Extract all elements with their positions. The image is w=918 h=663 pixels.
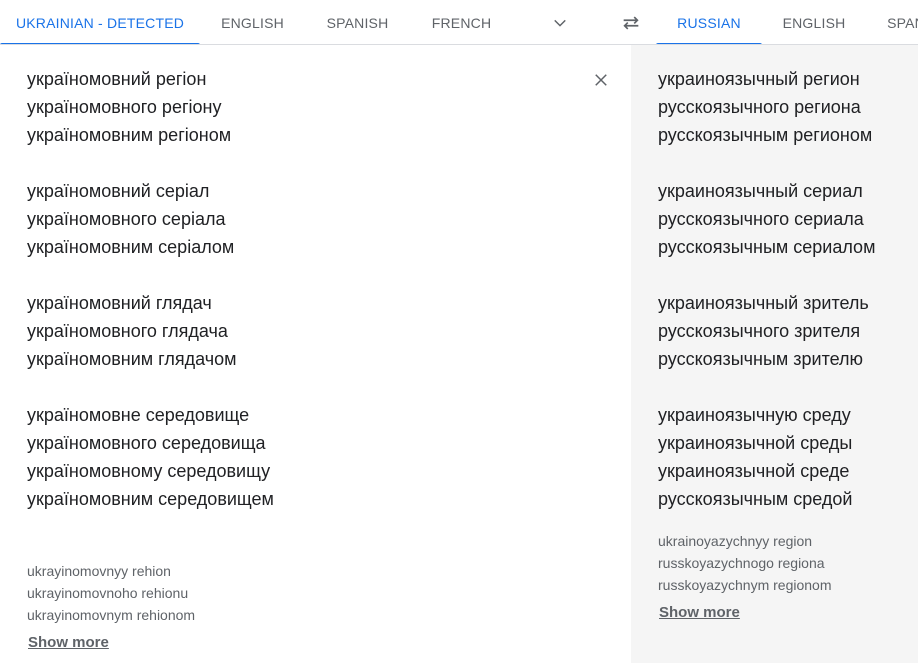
more-source-languages-button[interactable]: [543, 6, 577, 40]
tab-source-ukrainian-detected[interactable]: UKRAINIAN - DETECTED: [0, 0, 200, 44]
tab-target-spanish[interactable]: SPANISH: [866, 0, 918, 44]
source-pane: україномовний регіон україномовного регі…: [0, 45, 631, 663]
tab-source-english[interactable]: ENGLISH: [200, 0, 305, 44]
tab-target-english[interactable]: ENGLISH: [762, 0, 866, 44]
clear-source-button[interactable]: [584, 63, 618, 97]
tab-source-spanish[interactable]: SPANISH: [305, 0, 410, 44]
translation-text: украиноязычный регион русскоязычного рег…: [658, 69, 876, 509]
close-icon: [595, 74, 607, 86]
source-show-more-link[interactable]: Show more: [28, 634, 109, 651]
source-transliteration: ukrayinomovnyy rehion ukrayinomovnoho re…: [27, 563, 196, 623]
tab-source-french[interactable]: FRENCH: [410, 0, 513, 44]
target-show-more-link[interactable]: Show more: [659, 604, 740, 621]
swap-languages-icon: [623, 16, 639, 30]
chevron-down-icon: [554, 19, 566, 27]
tab-target-russian[interactable]: RUSSIAN: [656, 0, 762, 44]
swap-languages-button[interactable]: [614, 6, 648, 40]
language-bar: UKRAINIAN - DETECTED ENGLISH SPANISH FRE…: [0, 0, 918, 45]
translation-pane: украиноязычный регион русскоязычного рег…: [631, 45, 918, 663]
target-transliteration: ukrainoyazychnyy region russkoyazychnogo…: [658, 533, 832, 593]
source-text-input[interactable]: україномовний регіон україномовного регі…: [27, 65, 587, 513]
